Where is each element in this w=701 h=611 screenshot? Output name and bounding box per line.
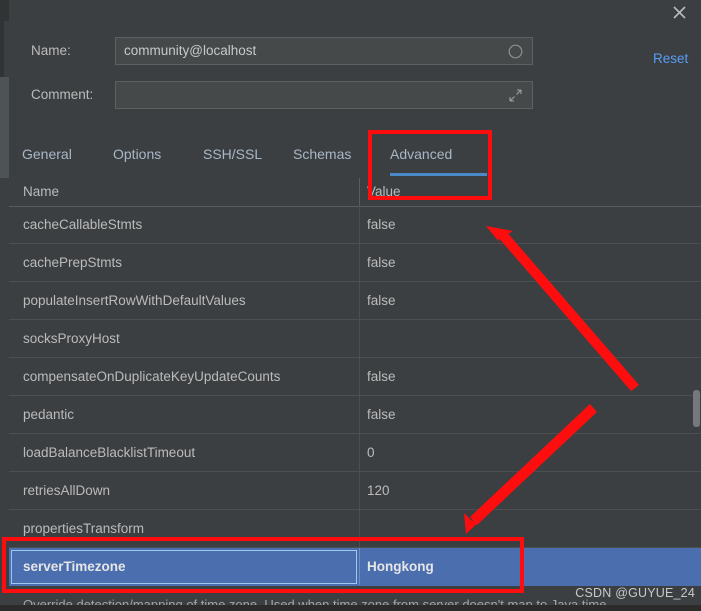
tab-underline: [203, 173, 262, 176]
advanced-properties-table: Name Value cacheCallableStmts false cach…: [9, 178, 701, 591]
cell-name: cachePrepStmts: [23, 255, 123, 270]
cell-name: retriesAllDown: [23, 483, 111, 498]
cell-name: pedantic: [23, 407, 75, 422]
table-header: Name Value: [9, 178, 701, 207]
cell-name: propertiesTransform: [23, 521, 145, 536]
cell-divider: [359, 434, 360, 471]
tab-underline: [113, 173, 161, 176]
table-row[interactable]: retriesAllDown 120: [9, 472, 701, 510]
cell-divider: [359, 206, 360, 243]
scrollbar-thumb[interactable]: [693, 390, 700, 427]
cell-divider: [359, 510, 360, 547]
name-label: Name:: [31, 43, 71, 58]
tab-ssh-ssl[interactable]: SSH/SSL: [203, 136, 262, 178]
cell-divider: [359, 358, 360, 395]
tab-underline: [293, 173, 351, 176]
column-header-value[interactable]: Value: [367, 178, 401, 206]
left-gutter-top: [0, 0, 9, 21]
table-row[interactable]: propertiesTransform: [9, 510, 701, 548]
tab-options[interactable]: Options: [113, 136, 161, 178]
watermark-text: CSDN @GUYUE_24: [575, 586, 695, 600]
cell-divider: [359, 548, 360, 585]
settings-tabs: General Options SSH/SSL Schemas Advanced: [9, 136, 701, 178]
table-scrollbar[interactable]: [692, 178, 701, 591]
cell-name: loadBalanceBlacklistTimeout: [23, 445, 196, 460]
cell-name: cacheCallableStmts: [23, 217, 143, 232]
cell-divider: [359, 472, 360, 509]
table-row-selected[interactable]: serverTimezone Hongkong: [9, 548, 701, 586]
cell-value: false: [367, 217, 396, 232]
comment-label: Comment:: [31, 87, 94, 102]
left-gutter-lower: [0, 77, 9, 178]
tab-general[interactable]: General: [22, 136, 72, 178]
cell-divider: [359, 244, 360, 281]
tab-label: Options: [113, 146, 162, 162]
table-row[interactable]: pedantic false: [9, 396, 701, 434]
cell-value: false: [367, 255, 396, 270]
table-row[interactable]: socksProxyHost: [9, 320, 701, 358]
tab-label: Advanced: [390, 146, 453, 162]
connection-settings-dialog: Name: community@localhost Comment: Reset…: [0, 0, 701, 611]
left-gutter-middle: [0, 21, 4, 77]
cell-divider: [359, 282, 360, 319]
tab-label: General: [22, 146, 72, 162]
cell-divider: [359, 320, 360, 357]
cell-name: populateInsertRowWithDefaultValues: [23, 293, 246, 308]
cell-value: 0: [367, 445, 375, 460]
comment-input[interactable]: [115, 81, 533, 109]
table-row[interactable]: populateInsertRowWithDefaultValues false: [9, 282, 701, 320]
dialog-bottom-edge: [0, 605, 701, 611]
table-row[interactable]: loadBalanceBlacklistTimeout 0: [9, 434, 701, 472]
cell-name: serverTimezone: [23, 559, 126, 574]
cell-value: false: [367, 407, 396, 422]
column-header-name[interactable]: Name: [23, 178, 59, 206]
tab-label: SSH/SSL: [203, 146, 263, 162]
tab-underline: [22, 173, 72, 176]
tab-schemas[interactable]: Schemas: [293, 136, 351, 178]
reset-link[interactable]: Reset: [653, 51, 688, 66]
tab-label: Schemas: [293, 146, 352, 162]
cell-value: false: [367, 293, 396, 308]
column-resizer[interactable]: [359, 178, 360, 206]
name-input[interactable]: community@localhost: [115, 37, 533, 65]
cell-name: compensateOnDuplicateKeyUpdateCounts: [23, 369, 281, 384]
cell-divider: [359, 396, 360, 433]
expand-diagonal-icon[interactable]: [507, 87, 523, 103]
cell-value: [367, 320, 687, 357]
cell-value: Hongkong: [367, 559, 434, 574]
cell-value: false: [367, 369, 396, 384]
table-row[interactable]: cachePrepStmts false: [9, 244, 701, 282]
dialog-titlebar: [9, 0, 701, 21]
tab-underline: [390, 173, 487, 176]
cell-name: socksProxyHost: [23, 331, 120, 346]
circle-icon[interactable]: [507, 43, 523, 59]
table-row[interactable]: compensateOnDuplicateKeyUpdateCounts fal…: [9, 358, 701, 396]
cell-value: 120: [367, 483, 390, 498]
table-row[interactable]: cacheCallableStmts false: [9, 206, 701, 244]
cell-value: [367, 510, 687, 547]
tab-advanced[interactable]: Advanced: [390, 136, 487, 178]
